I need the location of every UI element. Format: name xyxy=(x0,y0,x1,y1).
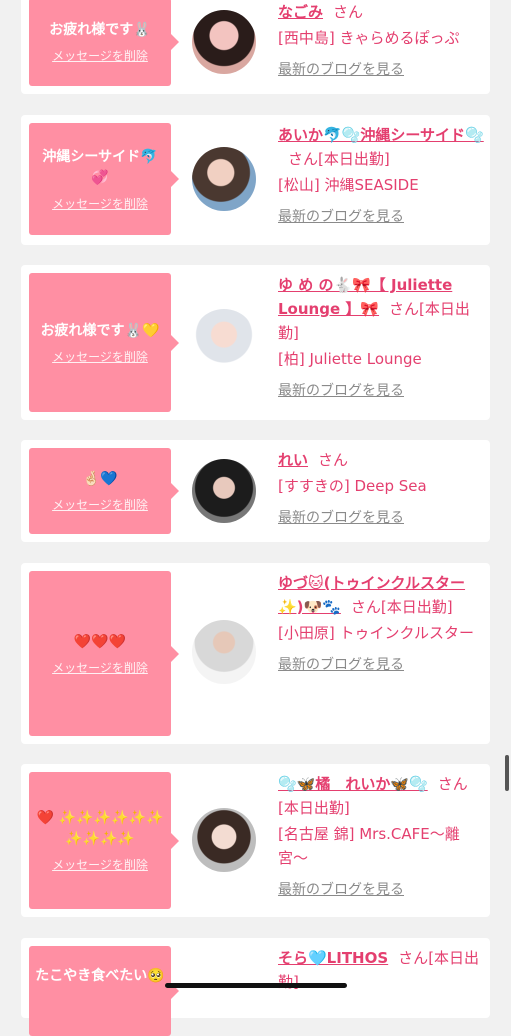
profile-name-link[interactable]: そら🩵LITHOS xyxy=(278,949,388,967)
profile-name-link[interactable]: なごみ xyxy=(278,3,323,21)
profile-name-link[interactable]: れい xyxy=(278,451,308,469)
message-bubble: お疲れ様です🐰 メッセージを削除 xyxy=(29,0,179,86)
delete-message-link[interactable]: メッセージを削除 xyxy=(52,496,148,513)
latest-blog-link[interactable]: 最新のブログを見る xyxy=(278,379,486,403)
avatar[interactable] xyxy=(192,309,256,373)
shop-name: [松山] 沖縄SEASIDE xyxy=(278,176,419,194)
message-text: お疲れ様です🐰 xyxy=(49,22,151,38)
delete-message-link[interactable]: メッセージを削除 xyxy=(52,47,148,64)
delete-message-link[interactable]: メッセージを削除 xyxy=(52,659,148,676)
avatar[interactable] xyxy=(192,620,256,684)
profile-info: ゆづ🐱(トゥインクルスター✨)🐶🐾 さん[本日出勤] [小田原] トゥインクルスタ… xyxy=(278,571,486,677)
message-text: 沖縄シーサイド🐬💞 xyxy=(42,148,158,186)
profile-info: なごみ さん [西中島] きゃらめるぽっぷ 最新のブログを見る xyxy=(278,0,486,82)
profile-info: れい さん [すすきの] Deep Sea 最新のブログを見る xyxy=(278,448,486,530)
profile-info: ゆ め の🐇🎀【 Juliette Lounge 】🎀 さん[本日出勤] [柏] … xyxy=(278,273,486,403)
san-label: さん xyxy=(398,949,429,967)
san-label: さん xyxy=(389,300,420,318)
status-badge: [本日出勤] xyxy=(380,598,453,616)
shop-name: [名古屋 錦] Mrs.CAFE〜離宮〜 xyxy=(278,825,460,867)
message-card: 沖縄シーサイド🐬💞 メッセージを削除 あいか🐬🫧沖縄シーサイド🫧 さん[本日出勤]… xyxy=(21,115,490,245)
message-bubble: お疲れ様です🐰💛 メッセージを削除 xyxy=(29,273,179,412)
avatar[interactable] xyxy=(192,147,256,211)
status-badge: [本日出勤] xyxy=(278,799,350,817)
message-bubble: たこやき食べたい🥺 xyxy=(29,946,179,1036)
avatar[interactable] xyxy=(192,808,256,872)
profile-info: 🫧🦋橘 れいか🦋🫧 さん [本日出勤] [名古屋 錦] Mrs.CAFE〜離宮〜 最… xyxy=(278,772,486,902)
message-text: 🤞🏻💙 xyxy=(82,471,118,487)
shop-name: [西中島] きゃらめるぽっぷ xyxy=(278,29,460,47)
message-text: お疲れ様です🐰💛 xyxy=(40,322,160,339)
latest-blog-link[interactable]: 最新のブログを見る xyxy=(278,205,486,229)
message-card: お疲れ様です🐰 メッセージを削除 なごみ さん [西中島] きゃらめるぽっぷ 最新… xyxy=(21,0,490,94)
shop-name: [小田原] トゥインクルスター xyxy=(278,624,475,642)
latest-blog-link[interactable]: 最新のブログを見る xyxy=(278,506,486,530)
profile-info: あいか🐬🫧沖縄シーサイド🫧 さん[本日出勤] [松山] 沖縄SEASIDE 最新の… xyxy=(278,123,486,229)
home-indicator[interactable] xyxy=(165,983,347,988)
delete-message-link[interactable]: メッセージを削除 xyxy=(52,856,148,873)
scrollbar[interactable] xyxy=(505,755,509,791)
status-badge: [本日出勤] xyxy=(318,150,390,168)
message-text: ❤️❤️❤️ xyxy=(73,633,127,650)
message-bubble: 沖縄シーサイド🐬💞 メッセージを削除 xyxy=(29,123,179,235)
shop-name: [すすきの] Deep Sea xyxy=(278,477,427,495)
latest-blog-link[interactable]: 最新のブログを見る xyxy=(278,653,486,677)
message-bubble: ❤️❤️❤️ メッセージを削除 xyxy=(29,571,179,736)
san-label: さん xyxy=(318,451,349,469)
message-card: お疲れ様です🐰💛 メッセージを削除 ゆ め の🐇🎀【 Juliette Loun… xyxy=(21,265,490,420)
san-label: さん xyxy=(288,150,319,168)
message-card: 🤞🏻💙 メッセージを削除 れい さん [すすきの] Deep Sea 最新のブログ… xyxy=(21,440,490,542)
profile-name-link[interactable]: あいか🐬🫧沖縄シーサイド🫧 xyxy=(278,126,484,144)
san-label: さん xyxy=(437,775,468,793)
message-card: たこやき食べたい🥺 そら🩵LITHOS さん[本日出勤] xyxy=(21,938,490,1036)
profile-name-link[interactable]: 🫧🦋橘 れいか🦋🫧 xyxy=(278,775,428,793)
delete-message-link[interactable]: メッセージを削除 xyxy=(52,348,148,365)
latest-blog-link[interactable]: 最新のブログを見る xyxy=(278,878,486,902)
message-card: ❤️❤️❤️ メッセージを削除 ゆづ🐱(トゥインクルスター✨)🐶🐾 さん[本日出勤… xyxy=(21,563,490,744)
message-text: たこやき食べたい🥺 xyxy=(35,968,165,984)
avatar[interactable] xyxy=(192,10,256,74)
san-label: さん xyxy=(333,3,364,21)
avatar[interactable] xyxy=(192,459,256,523)
message-card: ❤️ ✨✨✨✨✨✨✨✨✨✨ メッセージを削除 🫧🦋橘 れいか🦋🫧 さん [本日出勤]… xyxy=(21,764,490,917)
message-bubble: 🤞🏻💙 メッセージを削除 xyxy=(29,448,179,534)
delete-message-link[interactable]: メッセージを削除 xyxy=(52,195,148,212)
san-label: さん xyxy=(350,598,381,616)
latest-blog-link[interactable]: 最新のブログを見る xyxy=(278,58,486,82)
message-bubble: ❤️ ✨✨✨✨✨✨✨✨✨✨ メッセージを削除 xyxy=(29,772,179,909)
shop-name: [柏] Juliette Lounge xyxy=(278,350,422,368)
message-text: ❤️ ✨✨✨✨✨✨✨✨✨✨ xyxy=(36,810,164,847)
